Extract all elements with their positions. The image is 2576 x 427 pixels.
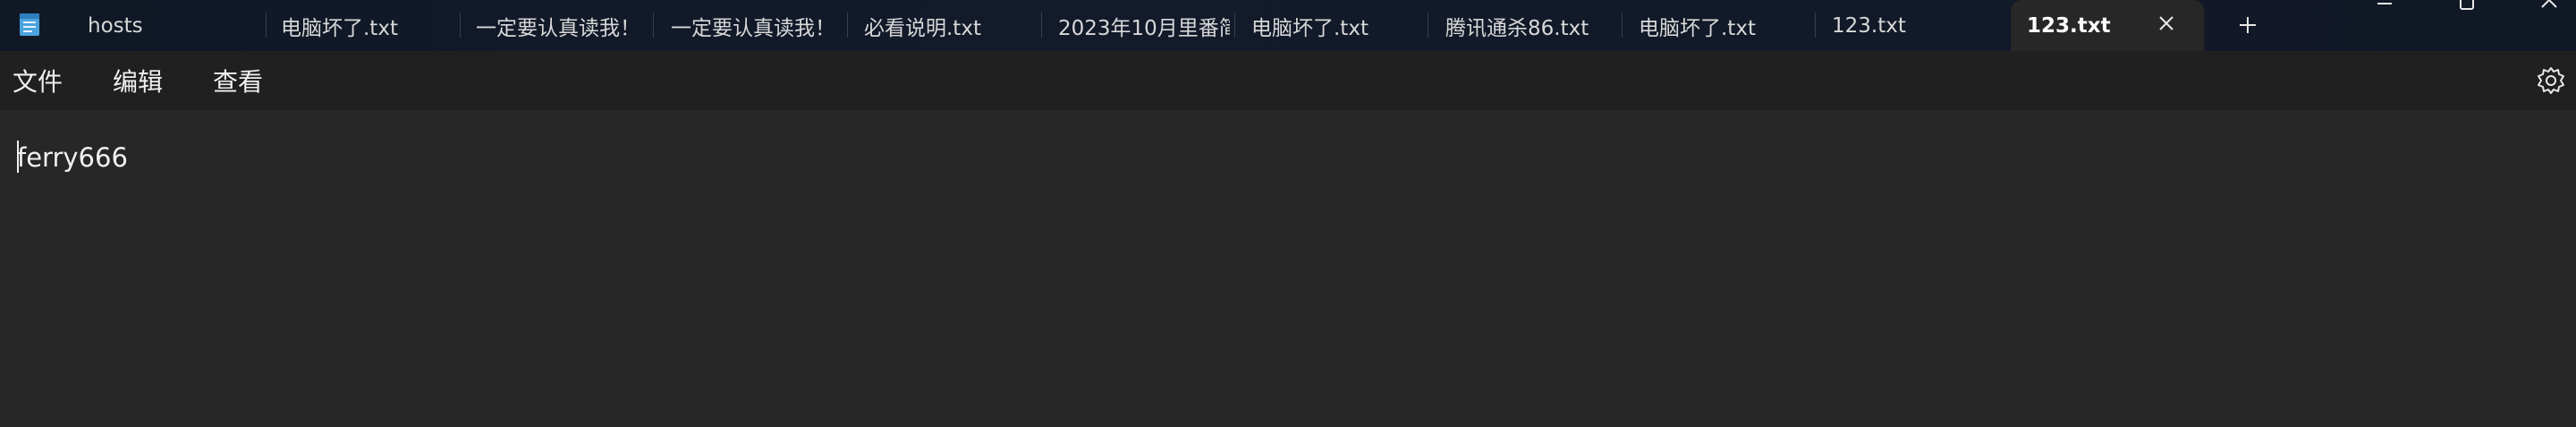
tab-file[interactable]: 电脑坏了.txt	[1639, 0, 1809, 51]
tab-label: 一定要认真读我！	[671, 16, 835, 40]
menu-view[interactable]: 查看	[213, 51, 263, 110]
tab-file[interactable]: 腾讯通杀86.txt	[1445, 0, 1615, 51]
tab-file[interactable]: 123.txt	[1832, 0, 2002, 51]
tab-label: 电脑坏了.txt	[281, 16, 398, 40]
tab-label: 腾讯通杀86.txt	[1445, 16, 1589, 40]
menu-file[interactable]: 文件	[13, 51, 63, 110]
close-window-icon[interactable]	[2533, 0, 2565, 14]
tab-separator	[847, 13, 848, 38]
menu-bar: 文件 编辑 查看	[0, 51, 2576, 110]
tab-hosts[interactable]: hosts	[88, 0, 258, 51]
tab-label: 一定要认真读我！	[476, 16, 640, 40]
tab-label: hosts	[88, 13, 143, 38]
tab-file[interactable]: 一定要认真读我！	[476, 0, 646, 51]
tab-file[interactable]: 2023年10月里番简	[1058, 0, 1230, 51]
tab-separator	[1622, 13, 1623, 38]
close-icon[interactable]	[2154, 11, 2179, 36]
tab-separator	[1815, 13, 1816, 38]
tab-label: 123.txt	[2027, 13, 2111, 38]
plus-icon[interactable]	[2233, 10, 2263, 40]
tab-file[interactable]: 电脑坏了.txt	[1251, 0, 1421, 51]
editor-content[interactable]: ferry666	[17, 142, 128, 173]
title-bar: hosts 电脑坏了.txt 一定要认真读我！ 一定要认真读我！ 必看说明.tx…	[0, 0, 2576, 51]
tab-label: 必看说明.txt	[864, 16, 981, 40]
tab-separator	[653, 13, 654, 38]
tab-file[interactable]: 一定要认真读我！	[671, 0, 841, 51]
text-editor[interactable]: ferry666	[0, 110, 2576, 427]
tab-file[interactable]: 必看说明.txt	[864, 0, 1034, 51]
tab-separator	[266, 13, 267, 38]
maximize-icon[interactable]	[2451, 0, 2483, 14]
tab-label: 电脑坏了.txt	[1639, 16, 1756, 40]
tab-label: 123.txt	[1832, 13, 1906, 38]
tab-separator	[1234, 13, 1235, 38]
minimize-icon[interactable]	[2368, 0, 2401, 14]
tab-separator	[1041, 13, 1042, 38]
tab-file[interactable]: 电脑坏了.txt	[281, 0, 451, 51]
gear-icon[interactable]	[2535, 64, 2567, 97]
menu-edit[interactable]: 编辑	[113, 51, 163, 110]
tab-separator	[460, 13, 461, 38]
tab-label: 电脑坏了.txt	[1251, 16, 1368, 40]
notepad-icon	[20, 13, 39, 36]
tab-label: 2023年10月里番简	[1058, 16, 1230, 40]
